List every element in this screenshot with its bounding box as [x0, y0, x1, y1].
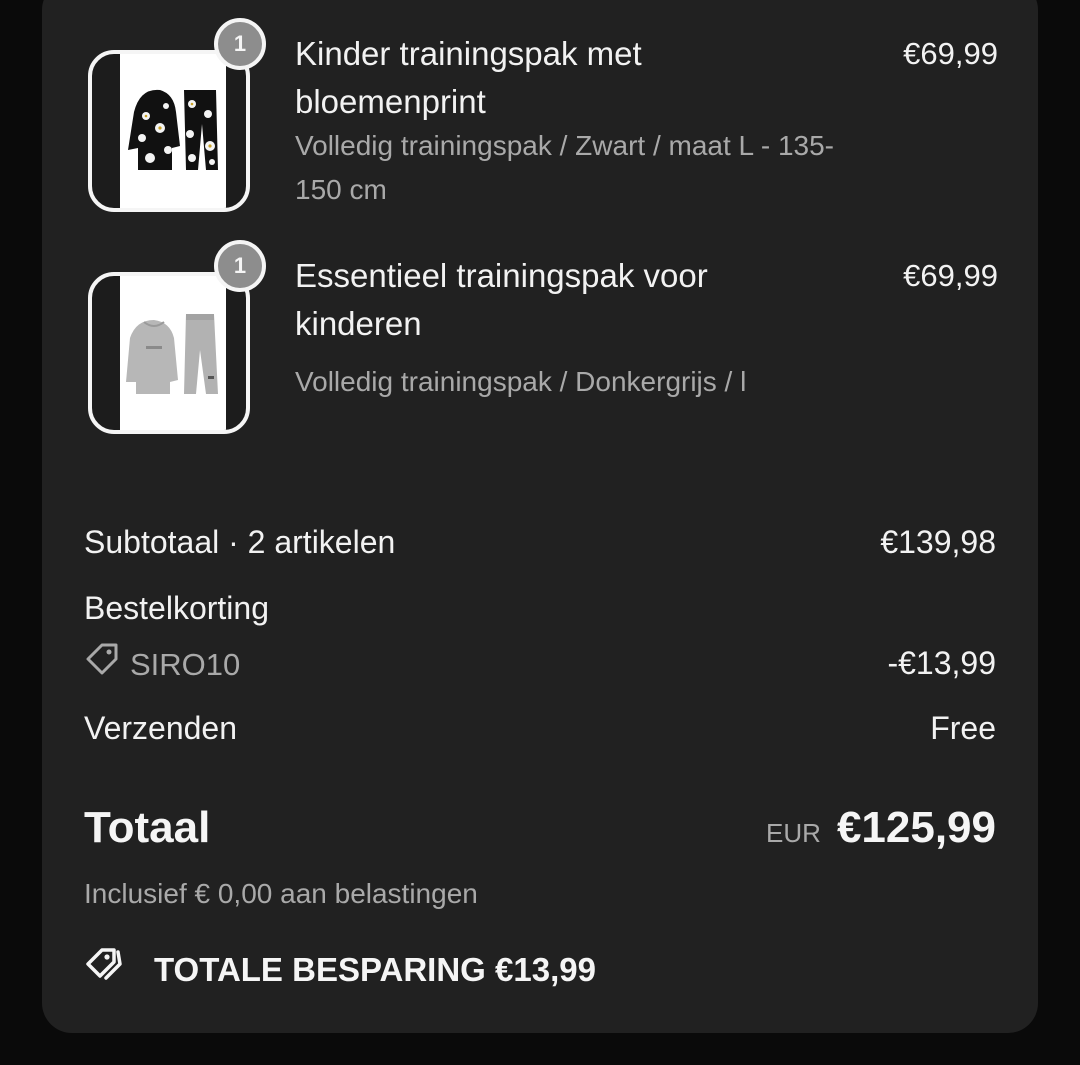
subtotal-label: Subtotaal · 2 artikelen — [84, 524, 396, 560]
shipping-label: Verzenden — [84, 710, 238, 746]
total-row: Totaal EUR €125,99 — [84, 800, 996, 856]
product-thumbnail — [88, 50, 250, 212]
total-value: €125,99 — [836, 803, 996, 852]
discount-code: SIRO10 — [84, 641, 240, 689]
total-savings: TOTALE BESPARING €13,99 — [84, 944, 596, 996]
item-title[interactable]: Essentieel trainingspak voor kinderen — [295, 252, 815, 348]
tag-icon — [84, 641, 120, 689]
item-variant: Volledig trainingspak / Zwart / maat L -… — [295, 130, 834, 205]
product-thumbnail — [88, 272, 250, 434]
subtotal-value: €139,98 — [880, 524, 996, 560]
quantity-badge: 1 — [214, 240, 266, 292]
savings-label: TOTALE BESPARING €13,99 — [154, 951, 596, 988]
tags-icon — [84, 944, 130, 996]
total-amount: EUR €125,99 — [766, 800, 996, 861]
shipping-value: Free — [930, 710, 996, 746]
total-label: Totaal — [84, 803, 211, 852]
discount-label: Bestelkorting — [84, 590, 269, 626]
item-price: €69,99 — [903, 36, 998, 71]
item-title[interactable]: Kinder trainingspak met bloemenprint — [295, 30, 815, 126]
product-image-grey-tracksuit — [120, 276, 226, 430]
tax-note: Inclusief € 0,00 aan belastingen — [84, 878, 478, 909]
discount-value: -€13,99 — [887, 645, 996, 681]
item-price: €69,99 — [903, 258, 998, 293]
product-image-black-floral-tracksuit — [120, 54, 226, 208]
item-variant: Volledig trainingspak / Donkergrijs / l — [295, 366, 747, 397]
discount-code-text: SIRO10 — [130, 647, 241, 682]
quantity-badge: 1 — [214, 18, 266, 70]
currency-code: EUR — [766, 818, 821, 848]
